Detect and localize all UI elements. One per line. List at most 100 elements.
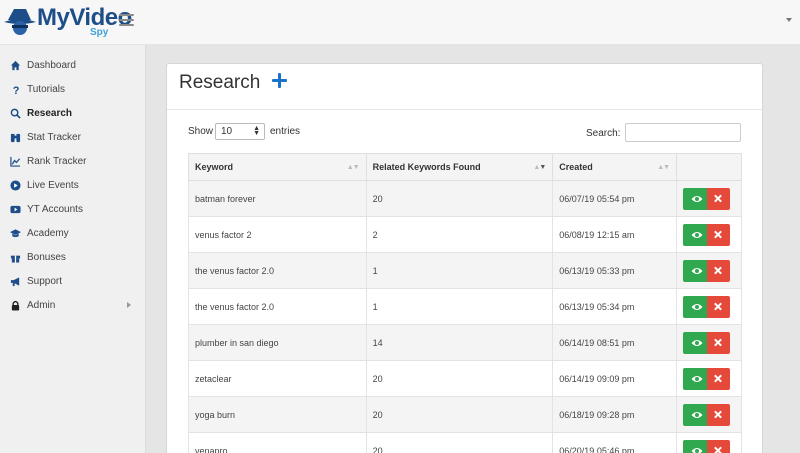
binoculars-icon <box>9 131 21 143</box>
sidebar-item-support[interactable]: Support <box>0 269 145 293</box>
keyword-cell: plumber in san diego <box>188 324 367 361</box>
table-row: venus factor 2 2 06/08/19 12:15 am <box>188 216 742 253</box>
entries-label: entries <box>270 126 301 137</box>
table-row: yoga burn 20 06/18/19 09:28 pm <box>188 396 742 433</box>
column-header-created[interactable]: Created ▲▼ <box>552 153 678 181</box>
panel-header: Research <box>167 64 762 110</box>
sidebar-item-label: Academy <box>27 227 69 239</box>
table-controls: Show 10 ▲ ▼ entries Search: <box>167 110 764 150</box>
sidebar-item-label: Rank Tracker <box>27 155 87 167</box>
column-header-keyword[interactable]: Keyword ▲▼ <box>188 153 367 181</box>
sort-icon: ▲▼ <box>346 164 360 171</box>
entries-select[interactable]: 10 ▲ ▼ <box>215 123 265 140</box>
delete-button[interactable] <box>707 439 731 453</box>
sidebar-item-admin[interactable]: Admin <box>0 293 145 317</box>
related-cell: 14 <box>365 324 554 361</box>
logo-subtext: Spy <box>90 27 109 38</box>
column-header-label: Related Keywords Found <box>372 162 481 172</box>
sidebar-item-research[interactable]: Research <box>0 101 145 125</box>
sidebar-item-label: Stat Tracker <box>27 131 81 143</box>
sidebar-item-yt-accounts[interactable]: YT Accounts <box>0 197 145 221</box>
sort-icon: ▲▼ <box>657 164 670 171</box>
add-research-icon[interactable] <box>271 72 288 89</box>
table-row: the venus factor 2.0 1 06/13/19 05:33 pm <box>188 252 742 289</box>
bullhorn-icon <box>9 275 21 287</box>
related-cell: 20 <box>365 396 554 433</box>
sidebar-item-label: Live Events <box>27 179 79 191</box>
page-title: Research <box>179 72 261 93</box>
search-input[interactable] <box>625 123 741 142</box>
sidebar-nav: Dashboard ? Tutorials Research Stat Trac… <box>0 45 145 317</box>
research-table: Keyword ▲▼ Related Keywords Found ▲▼ Creat… <box>188 153 742 453</box>
delete-button[interactable] <box>707 367 731 390</box>
sort-desc-icon: ▲▼ <box>533 164 546 171</box>
sidebar-item-dashboard[interactable]: Dashboard <box>0 53 145 77</box>
research-panel: Research Show 10 ▲ ▼ entries Search: Keyw… <box>166 63 763 453</box>
table-header-row: Keyword ▲▼ Related Keywords Found ▲▼ Creat… <box>188 153 742 181</box>
question-icon: ? <box>9 83 21 95</box>
created-cell: 06/08/19 12:15 am <box>552 216 678 253</box>
sidebar-item-bonuses[interactable]: Bonuses <box>0 245 145 269</box>
eye-icon <box>691 447 703 453</box>
actions-cell <box>676 288 742 325</box>
home-icon <box>9 59 21 71</box>
top-header: MyVideo Spy <box>0 0 800 45</box>
created-cell: 06/14/19 09:09 pm <box>552 360 678 397</box>
actions-cell <box>676 216 742 253</box>
eye-icon <box>691 231 703 238</box>
graduation-cap-icon <box>9 227 21 239</box>
created-cell: 06/18/19 09:28 pm <box>552 396 678 433</box>
created-cell: 06/20/19 05:46 pm <box>552 432 678 453</box>
delete-button[interactable] <box>707 403 731 426</box>
table-row: plumber in san diego 14 06/14/19 08:51 p… <box>188 324 742 361</box>
show-label: Show <box>188 126 214 137</box>
actions-cell <box>676 360 742 397</box>
related-cell: 20 <box>365 432 554 453</box>
sidebar-item-academy[interactable]: Academy <box>0 221 145 245</box>
play-circle-icon <box>9 179 21 191</box>
delete-button[interactable] <box>707 295 731 318</box>
sidebar-item-label: Support <box>27 275 63 287</box>
created-cell: 06/14/19 08:51 pm <box>552 324 678 361</box>
created-cell: 06/13/19 05:34 pm <box>552 288 678 325</box>
sidebar-item-label: Tutorials <box>27 83 65 95</box>
entries-select-value: 10 <box>221 126 233 137</box>
menu-toggle-icon[interactable] <box>119 14 134 27</box>
delete-button[interactable] <box>707 223 731 246</box>
sidebar-item-label: YT Accounts <box>27 203 83 215</box>
table-row: batman forever 20 06/07/19 05:54 pm <box>188 180 742 217</box>
logo[interactable]: MyVideo Spy <box>4 4 132 40</box>
related-cell: 1 <box>365 288 554 325</box>
eye-icon <box>691 267 703 274</box>
svg-text:?: ? <box>12 85 19 95</box>
search-icon <box>9 107 21 119</box>
keyword-cell: yoga burn <box>188 396 367 433</box>
eye-icon <box>691 339 703 346</box>
logo-text: MyVideo <box>37 4 132 31</box>
sidebar-item-tutorials[interactable]: ? Tutorials <box>0 77 145 101</box>
spy-hat-icon <box>4 9 36 35</box>
keyword-cell: venapro <box>188 432 367 453</box>
sidebar-item-live-events[interactable]: Live Events <box>0 173 145 197</box>
related-cell: 2 <box>365 216 554 253</box>
delete-button[interactable] <box>707 259 731 282</box>
chevron-right-icon <box>127 302 131 308</box>
line-chart-icon <box>9 155 21 167</box>
updown-icon: ▲ ▼ <box>253 125 260 137</box>
delete-button[interactable] <box>707 187 731 210</box>
eye-icon <box>691 303 703 310</box>
column-header-actions <box>676 153 742 181</box>
sidebar: Dashboard ? Tutorials Research Stat Trac… <box>0 45 146 453</box>
sidebar-item-stat-tracker[interactable]: Stat Tracker <box>0 125 145 149</box>
eye-icon <box>691 411 703 418</box>
table-row: zetaclear 20 06/14/19 09:09 pm <box>188 360 742 397</box>
lock-icon <box>9 299 21 311</box>
delete-button[interactable] <box>707 331 731 354</box>
main-content: Research Show 10 ▲ ▼ entries Search: Keyw… <box>146 45 800 453</box>
gift-icon <box>9 251 21 263</box>
column-header-related[interactable]: Related Keywords Found ▲▼ <box>365 153 554 181</box>
user-menu-caret-icon[interactable] <box>786 18 792 22</box>
keyword-cell: the venus factor 2.0 <box>188 288 367 325</box>
sidebar-item-label: Research <box>27 107 73 119</box>
sidebar-item-rank-tracker[interactable]: Rank Tracker <box>0 149 145 173</box>
